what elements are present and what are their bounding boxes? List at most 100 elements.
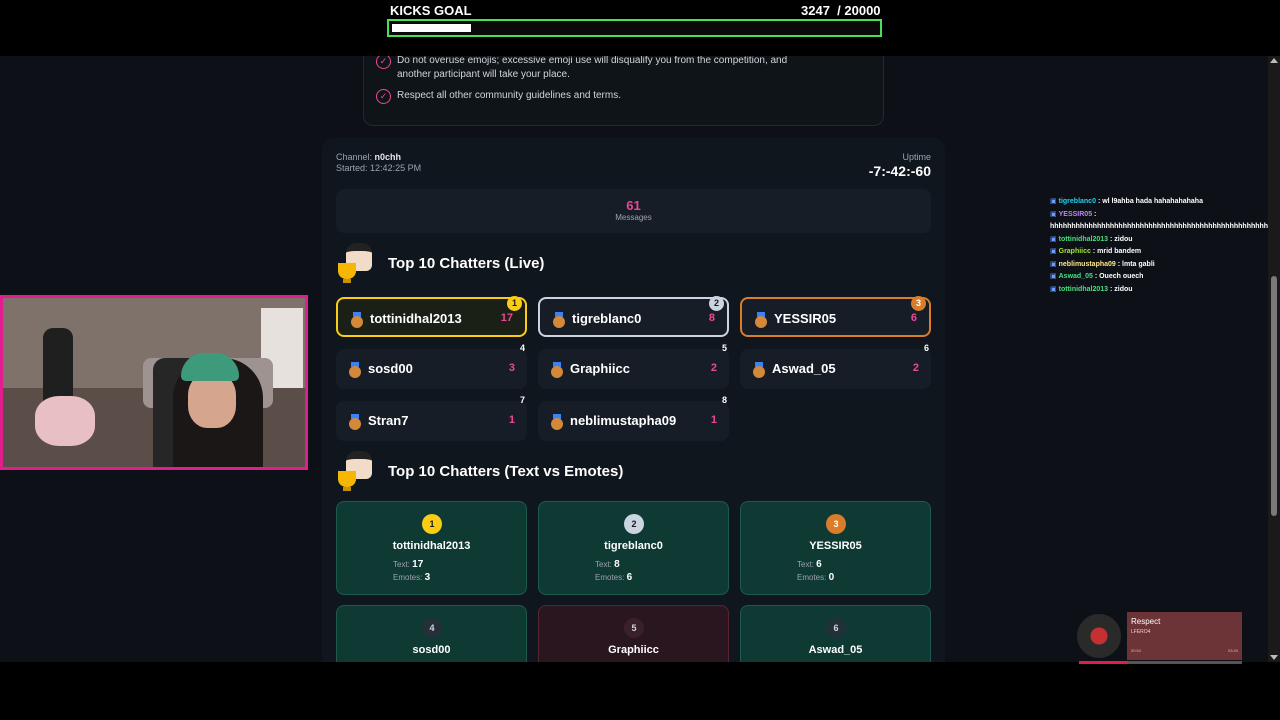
text-count: Text: 8 [595, 559, 620, 570]
chat-overlay: ▣ tigreblanc0 : wl l9ahba hada hahahahaha… [1050, 196, 1268, 296]
rank-badge: 2 [624, 514, 644, 534]
live-section-header: Top 10 Chatters (Live) [336, 243, 544, 283]
rule-text: Do not overuse emojis; excessive emoji u… [397, 56, 788, 80]
now-playing-panel: Respect LFERO4 00:54 03:40 [1127, 612, 1242, 660]
scroll-up-icon[interactable] [1270, 58, 1278, 63]
kicks-goal-bar: KICKS GOAL 3247 / 20000 [0, 0, 1280, 56]
medal-icon [553, 312, 565, 328]
channel-name: n0chh [374, 152, 402, 162]
chatter-name: sosd00 [412, 644, 451, 656]
chatter-name: sosd00 [368, 361, 413, 376]
chat-username: tigreblanc0 [1058, 198, 1096, 205]
chatter-name: tigreblanc0 [572, 311, 642, 326]
chat-message: ▣ neblimustapha09 : lmta gabli [1050, 259, 1268, 272]
chatter-chip: tottinidhal2013 17 1 [336, 296, 527, 337]
trophy-avatar-icon [336, 243, 376, 283]
badge-icon: ▣ [1050, 210, 1057, 218]
chatter-count: 3 [508, 362, 515, 374]
medal-icon [349, 362, 361, 378]
badge-icon: ▣ [1050, 235, 1057, 243]
text-emote-card: 4 sosd00 [336, 605, 527, 662]
chat-message: ▣ tottinidhal2013 : zidou [1050, 284, 1268, 297]
text-emote-card: 6 Aswad_05 [740, 605, 931, 662]
chat-text: : mrid bandem [1092, 248, 1142, 255]
chat-username: Aswad_05 [1058, 273, 1093, 280]
chat-text: : lmta gabli [1117, 260, 1155, 268]
chatter-name: Graphiicc [570, 361, 630, 376]
trophy-avatar-icon [336, 451, 376, 491]
chatter-chip: YESSIR05 6 3 [740, 296, 931, 337]
rule-item: ✓ Respect all other community guidelines… [376, 89, 816, 104]
text-emote-card: 2 tigreblanc0 Text: 8 Emotes: 6 [538, 501, 729, 595]
chat-username: tottinidhal2013 [1058, 235, 1109, 243]
text-emote-card: 1 tottinidhal2013 Text: 17 Emotes: 3 [336, 501, 527, 595]
rank-badge: 6 [826, 618, 846, 638]
rank-badge: 7 [519, 395, 525, 405]
live-section-title: Top 10 Chatters (Live) [388, 254, 545, 272]
chatter-name: Aswad_05 [772, 361, 836, 376]
medal-icon [551, 362, 563, 378]
messages-stat: 61 Messages [336, 189, 931, 233]
track-progress-fill [1079, 661, 1128, 664]
rank-badge: 4 [422, 618, 442, 638]
chatter-chip: sosd00 3 4 [336, 343, 527, 389]
chatter-name: tigreblanc0 [604, 540, 663, 552]
chat-text: : zidou [1109, 285, 1133, 293]
chatter-count: 2 [912, 362, 919, 374]
emote-count: Emotes: 6 [595, 572, 633, 583]
started-label: Started: [336, 163, 368, 173]
emote-count: Emotes: 3 [393, 572, 431, 583]
chat-username: YESSIR05 [1058, 210, 1093, 218]
scroll-down-icon[interactable] [1270, 655, 1278, 660]
started-time: 12:42:25 PM [370, 163, 422, 173]
chatter-name: neblimustapha09 [570, 413, 677, 428]
rank-badge: 5 [721, 343, 727, 353]
messages-count: 61 [626, 198, 641, 213]
chat-message: ▣ tigreblanc0 : wl l9ahba hada hahahahaha… [1050, 196, 1268, 209]
stats-card: Channel: n0chh Started: 12:42:25 PM Upti… [322, 138, 945, 662]
webcam-feed [0, 295, 308, 470]
page-scrollbar[interactable] [1268, 56, 1280, 662]
rule-item: ✓ Do not overuse emojis; excessive emoji… [376, 56, 816, 82]
chatter-count: 2 [710, 362, 717, 374]
split-section-title: Top 10 Chatters (Text vs Emotes) [388, 462, 624, 480]
goal-count: 3247 / 20000 [801, 3, 881, 18]
rank-badge: 1 [422, 514, 442, 534]
chat-username: neblimustapha09 [1058, 260, 1116, 268]
chat-text: : wl l9ahba hada hahahahahaha [1097, 198, 1203, 205]
chatter-count: 17 [500, 312, 513, 324]
now-playing-widget: Respect LFERO4 00:54 03:40 [1075, 612, 1242, 664]
goal-progress [387, 19, 882, 37]
rank-badge: 3 [911, 296, 926, 311]
goal-target: / 20000 [837, 3, 881, 18]
channel-label: Channel: [336, 152, 373, 162]
badge-icon: ▣ [1050, 248, 1057, 255]
chat-message: hhhhhhhhhhhhhhhhhhhhhhhhhhhhhhhhhhhhhhhh… [1050, 221, 1268, 234]
text-emote-card: 3 YESSIR05 Text: 6 Emotes: 0 [740, 501, 931, 595]
track-title: Respect [1131, 617, 1161, 626]
messages-label: Messages [615, 213, 652, 222]
chat-message: ▣ Aswad_05 : Ouech ouech [1050, 271, 1268, 284]
chatter-chip: Aswad_05 2 6 [740, 343, 931, 389]
channel-info: Channel: n0chh Started: 12:42:25 PM [336, 152, 421, 174]
chatter-chip: Stran7 1 7 [336, 395, 527, 441]
medal-icon [551, 414, 563, 430]
chat-text: : [1094, 210, 1097, 218]
chat-text: : Ouech ouech [1094, 273, 1144, 280]
chatter-name: Graphiicc [608, 644, 659, 656]
chat-username: Graphiicc [1058, 248, 1091, 255]
rules-card: ✓ Do not overuse emojis; excessive emoji… [363, 56, 884, 126]
text-count: Text: 6 [797, 559, 822, 570]
badge-icon: ▣ [1050, 198, 1057, 205]
chatter-name: Aswad_05 [808, 644, 863, 656]
scroll-thumb[interactable] [1271, 276, 1277, 516]
check-icon: ✓ [376, 89, 391, 104]
chat-message: ▣ Graphiicc : mrid bandem [1050, 246, 1268, 259]
rank-badge: 1 [507, 296, 522, 311]
rule-text: Respect all other community guidelines a… [397, 90, 621, 101]
text-emote-card: 5 Graphiicc [538, 605, 729, 662]
chatter-name: YESSIR05 [774, 311, 837, 326]
chat-text: : zidou [1109, 235, 1133, 243]
album-disc-icon [1077, 614, 1121, 658]
goal-current: 3247 [801, 3, 830, 18]
